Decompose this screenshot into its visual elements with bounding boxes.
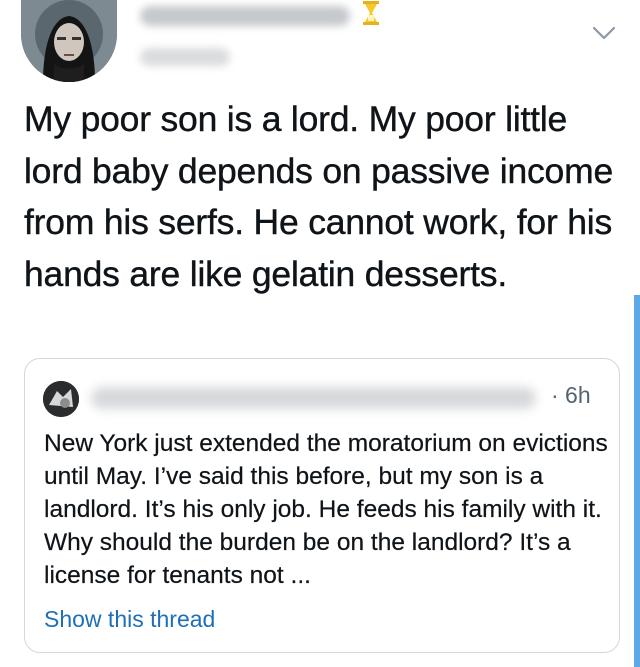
quoted-author-avatar[interactable] bbox=[43, 381, 79, 417]
author-avatar[interactable] bbox=[21, 0, 117, 82]
chevron-down-icon[interactable] bbox=[590, 24, 618, 42]
quoted-tweet-text: New York just extended the moratorium on… bbox=[44, 430, 608, 589]
author-handle-redacted bbox=[140, 48, 230, 66]
show-thread-link[interactable]: Show this thread bbox=[44, 606, 215, 633]
author-name-redacted bbox=[140, 6, 350, 26]
scrollbar[interactable] bbox=[634, 295, 640, 667]
quoted-timestamp[interactable]: · 6h bbox=[551, 382, 591, 409]
quoted-avatar-icon bbox=[43, 381, 79, 417]
tweet-text: My poor son is a lord. My poor little lo… bbox=[24, 99, 614, 294]
quoted-tweet[interactable]: · 6h New York just extended the moratori… bbox=[24, 358, 620, 653]
hourglass-icon bbox=[363, 1, 379, 25]
avatar-icon bbox=[21, 0, 117, 82]
tweet: My poor son is a lord. My poor little lo… bbox=[0, 0, 640, 667]
quoted-author-redacted bbox=[91, 387, 536, 409]
